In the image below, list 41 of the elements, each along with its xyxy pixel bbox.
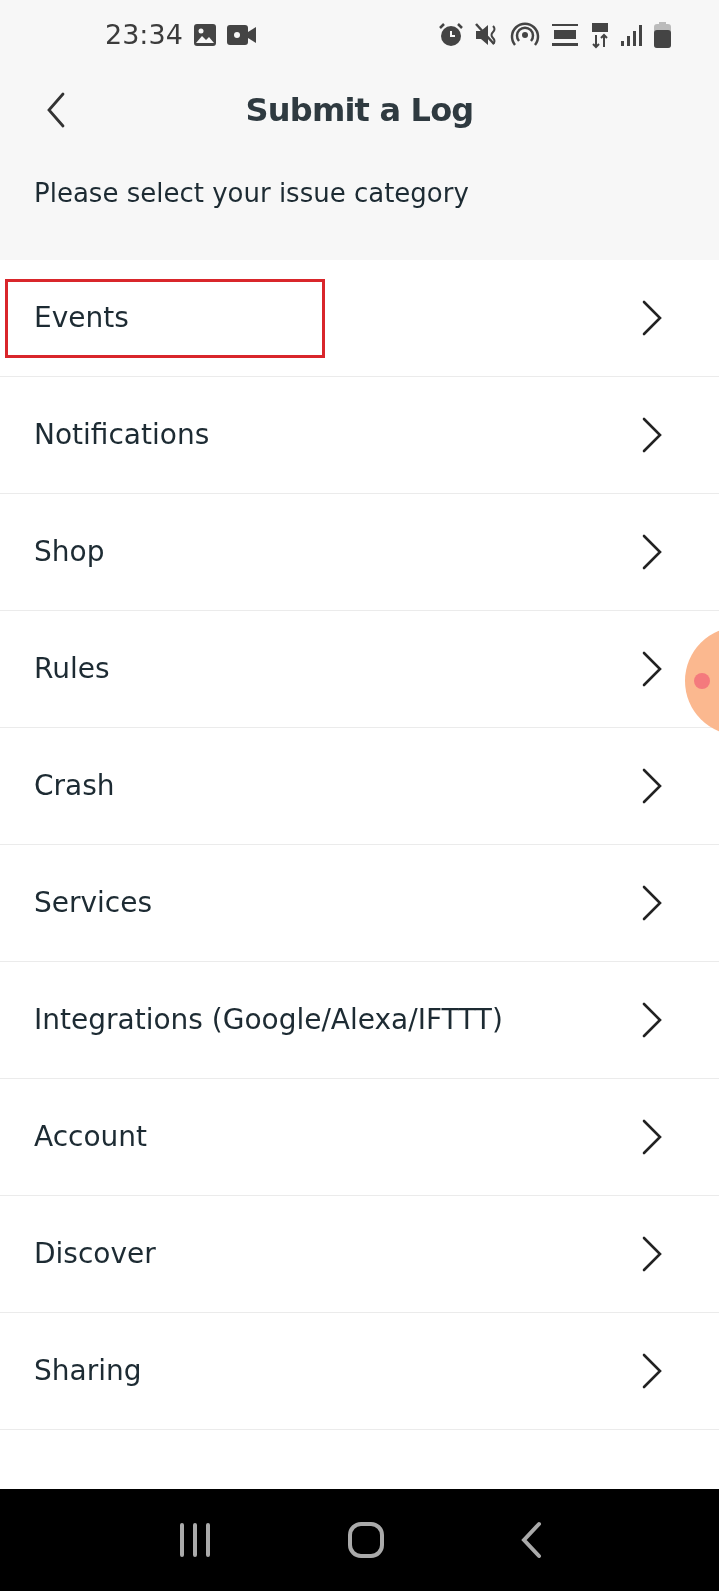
category-label: Notifications — [33, 417, 210, 453]
chevron-right-icon — [641, 1353, 663, 1389]
category-label: Shop — [33, 534, 105, 570]
category-row[interactable]: Account — [0, 1079, 719, 1196]
category-row[interactable]: Sharing — [0, 1313, 719, 1430]
category-label: Account — [33, 1119, 148, 1155]
section-subtitle: Please select your issue category — [33, 177, 470, 210]
chevron-right-icon — [641, 1119, 663, 1155]
status-time: 23:34 — [105, 17, 183, 52]
chevron-right-icon — [641, 651, 663, 687]
back-nav-icon — [519, 1521, 542, 1559]
home-icon — [346, 1521, 385, 1559]
chevron-right-icon — [641, 1002, 663, 1038]
category-row[interactable]: Crash — [0, 728, 719, 845]
chevron-right-icon — [641, 1236, 663, 1272]
chevron-right-icon — [641, 885, 663, 921]
video-camera-icon — [226, 24, 257, 46]
category-label: Crash — [33, 768, 115, 804]
chevron-right-icon — [641, 417, 663, 453]
category-label: Services — [33, 885, 153, 921]
recent-apps-icon — [177, 1522, 212, 1558]
category-row[interactable]: Services — [0, 845, 719, 962]
image-icon — [192, 23, 217, 47]
chevron-right-icon — [641, 768, 663, 804]
battery-icon — [654, 22, 671, 48]
category-row[interactable]: Integrations (Google/Alexa/IFTTT) — [0, 962, 719, 1079]
category-row[interactable]: Shop — [0, 494, 719, 611]
alarm-icon — [438, 22, 464, 48]
network-arrows-icon — [590, 21, 610, 49]
page-title: Submit a Log — [245, 90, 474, 131]
chevron-right-icon — [641, 534, 663, 570]
category-row[interactable]: Discover — [0, 1196, 719, 1313]
category-row[interactable]: Notifications — [0, 377, 719, 494]
category-label: Rules — [33, 651, 110, 687]
category-label: Discover — [33, 1236, 156, 1272]
category-row[interactable]: Events — [0, 260, 719, 377]
category-label: Sharing — [33, 1353, 142, 1389]
category-label: Events — [8, 281, 322, 355]
signal-icon — [620, 23, 644, 47]
chevron-right-icon — [641, 300, 663, 336]
category-label: Integrations (Google/Alexa/IFTTT) — [33, 1002, 503, 1038]
